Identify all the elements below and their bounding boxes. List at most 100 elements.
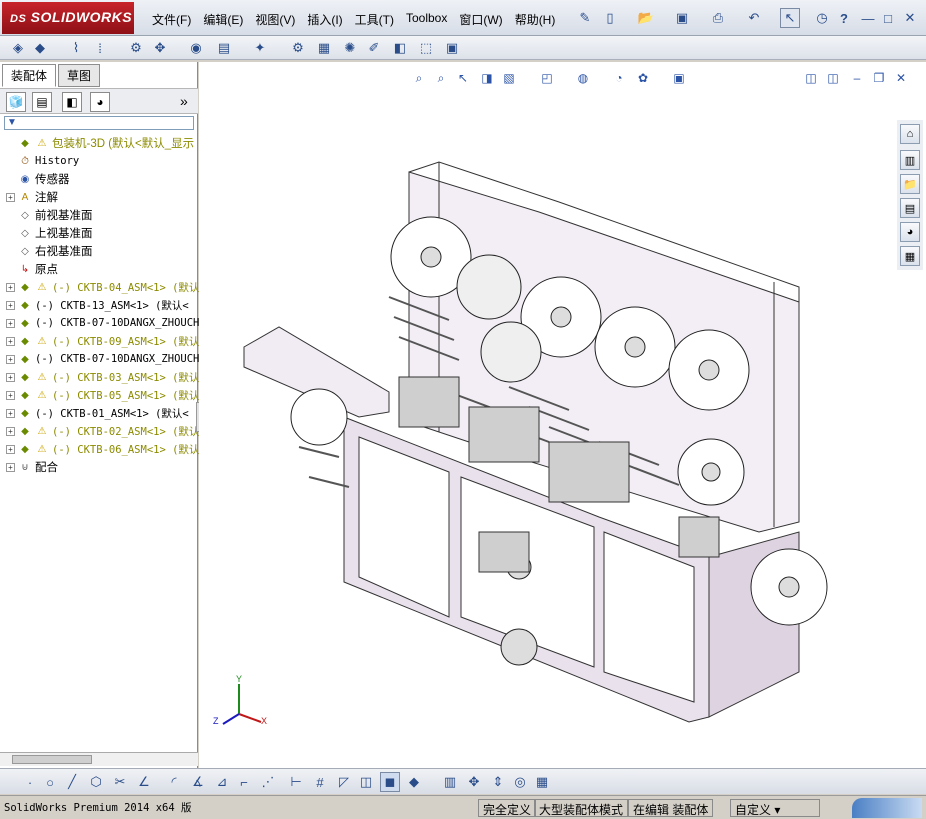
tree-item-component[interactable]: + ◆ (-) CKTB-01_ASM<1> (默认< xyxy=(6,404,189,422)
select-pointer-icon[interactable]: ↖ xyxy=(780,8,800,28)
line-icon[interactable]: ╱ xyxy=(62,772,82,792)
move-component-icon[interactable]: ✥ xyxy=(150,38,170,58)
save-icon[interactable]: ▣ xyxy=(672,8,692,28)
offset-icon[interactable]: ∡ xyxy=(188,772,208,792)
menu-help[interactable]: 帮助(H) xyxy=(509,9,562,29)
menu-file[interactable]: 文件(F) xyxy=(146,9,197,29)
snap-icon[interactable]: ◸ xyxy=(334,772,354,792)
expand-toggle[interactable]: + xyxy=(6,372,15,382)
close-button[interactable]: ✕ xyxy=(900,8,920,28)
property-manager-icon[interactable]: ▤ xyxy=(32,92,52,112)
tree-item-mates[interactable]: + ⊍ 配合 xyxy=(6,458,58,476)
construction-icon[interactable]: ⋰ xyxy=(258,772,278,792)
tree-item-root[interactable]: ◆ ⚠ 包装机-3D (默认<默认_显示 xyxy=(6,134,194,152)
rotate-icon[interactable]: ✥ xyxy=(464,772,484,792)
configuration-manager-icon[interactable]: ◧ xyxy=(62,92,82,112)
feature-tree-icon[interactable]: 🧊 xyxy=(6,92,26,112)
clearance-verification-icon[interactable]: ⬚ xyxy=(416,38,436,58)
file-explorer-icon[interactable]: 📁 xyxy=(900,174,920,194)
tree-item-component[interactable]: + ◆ ⚠ (-) CKTB-02_ASM<1> (默认 xyxy=(6,422,199,440)
expand-toggle[interactable]: + xyxy=(6,444,15,454)
expand-toggle[interactable]: + xyxy=(6,462,15,472)
expand-toggle[interactable]: + xyxy=(6,192,15,202)
table-icon[interactable]: ▦ xyxy=(532,772,552,792)
display-manager-icon[interactable]: ◕ xyxy=(90,92,110,112)
menu-window[interactable]: 窗口(W) xyxy=(453,9,508,29)
pan-icon[interactable]: ⇕ xyxy=(488,772,508,792)
undo-icon[interactable]: ↶ xyxy=(744,8,764,28)
expand-toggle[interactable]: + xyxy=(6,300,15,310)
tree-item-plane[interactable]: ◇ 右视基准面 xyxy=(6,242,92,260)
interference-detection-icon[interactable]: ◧ xyxy=(390,38,410,58)
corner-icon[interactable]: ⌐ xyxy=(234,772,254,792)
menu-tools[interactable]: 工具(T) xyxy=(349,9,400,29)
view-cube-icon[interactable]: ◫ xyxy=(356,772,376,792)
tree-item-component[interactable]: + ◆ (-) CKTB-07-10DANGX_ZHOUCH xyxy=(6,314,199,332)
show-hidden-icon[interactable]: ◉ xyxy=(186,38,206,58)
rebuild-icon[interactable]: ◷ xyxy=(812,8,832,28)
menu-view[interactable]: 视图(V) xyxy=(249,9,301,29)
expand-toggle[interactable]: + xyxy=(6,390,15,400)
tree-filter-input[interactable]: ▼ xyxy=(4,116,194,130)
tree-item-component[interactable]: + ◆ ⚠ (-) CKTB-06_ASM<1> (默认 xyxy=(6,440,199,458)
assembly-model[interactable] xyxy=(199,62,926,768)
trim-icon[interactable]: ✂ xyxy=(110,772,130,792)
scrollbar-thumb[interactable] xyxy=(12,755,92,764)
new-document-icon[interactable]: ▯ xyxy=(600,8,620,28)
units-dropdown[interactable]: 自定义 ▾ xyxy=(730,799,820,817)
mirror-icon[interactable]: ⊿ xyxy=(212,772,232,792)
shaded-view-icon[interactable]: ◼ xyxy=(380,772,400,792)
pin-icon[interactable]: ✎ xyxy=(575,8,595,28)
expand-toggle[interactable]: + xyxy=(6,318,15,328)
expand-toggle[interactable]: + xyxy=(6,426,15,436)
expand-toggle[interactable]: + xyxy=(6,408,15,418)
expand-toggle[interactable]: + xyxy=(6,282,15,292)
view-palette-icon[interactable]: ▤ xyxy=(900,198,920,218)
tree-item-component[interactable]: + ◆ ⚠ (-) CKTB-04_ASM<1> (默认 xyxy=(6,278,199,296)
edit-component-icon[interactable]: ◈ xyxy=(8,38,28,58)
tab-assembly[interactable]: 装配体 xyxy=(2,64,57,87)
camera-icon[interactable]: ◎ xyxy=(510,772,530,792)
tree-item-component[interactable]: + ◆ ⚠ (-) CKTB-05_ASM<1> (默认 xyxy=(6,386,199,404)
tree-item-component[interactable]: + ◆ (-) CKTB-07-10DANGX_ZHOUCH xyxy=(6,350,199,368)
tree-item-origin[interactable]: ↳ 原点 xyxy=(6,260,58,278)
exploded-view-icon[interactable]: ✺ xyxy=(340,38,360,58)
home-icon[interactable]: ⌂ xyxy=(900,124,920,144)
help-icon[interactable]: ? xyxy=(834,8,854,28)
bill-of-materials-icon[interactable]: ▦ xyxy=(314,38,334,58)
circle-icon[interactable]: ○ xyxy=(40,772,60,792)
tree-item-component[interactable]: + ◆ ⚠ (-) CKTB-03_ASM<1> (默认 xyxy=(6,368,199,386)
solidworks-logo[interactable]: DS SOLIDWORKS xyxy=(2,2,134,34)
linear-pattern-icon[interactable]: ⁞ xyxy=(90,38,110,58)
menu-insert[interactable]: 插入(I) xyxy=(301,9,348,29)
instant3d-icon[interactable]: ▣ xyxy=(442,38,462,58)
explode-line-sketch-icon[interactable]: ✐ xyxy=(364,38,384,58)
smart-fasteners-icon[interactable]: ⚙ xyxy=(126,38,146,58)
design-library-icon[interactable]: ▥ xyxy=(900,150,920,170)
insert-component-icon[interactable]: ◆ xyxy=(30,38,50,58)
tree-item-sensor[interactable]: ◉ 传感器 xyxy=(6,170,70,188)
reference-geometry-icon[interactable]: ✦ xyxy=(250,38,270,58)
print-icon[interactable]: ⎙ xyxy=(708,8,728,28)
tree-item-history[interactable]: ⏱ History xyxy=(6,152,79,170)
tab-sketch[interactable]: 草图 xyxy=(58,64,101,87)
tree-item-component[interactable]: + ◆ (-) CKTB-13_ASM<1> (默认< xyxy=(6,296,189,314)
panel-horizontal-scrollbar[interactable] xyxy=(0,752,198,766)
panel-expand-arrows[interactable]: » xyxy=(180,93,188,109)
tree-item-component[interactable]: + ◆ ⚠ (-) CKTB-09_ASM<1> (默认 xyxy=(6,332,199,350)
menu-edit[interactable]: 编辑(E) xyxy=(197,9,249,29)
fillet-icon[interactable]: ◜ xyxy=(164,772,184,792)
appearances-icon[interactable]: ◕ xyxy=(900,222,920,242)
new-motion-study-icon[interactable]: ⚙ xyxy=(288,38,308,58)
dimension-icon[interactable]: ⊢ xyxy=(286,772,306,792)
mate-icon[interactable]: ⌇ xyxy=(66,38,86,58)
tree-item-plane[interactable]: ◇ 前视基准面 xyxy=(6,206,92,224)
tree-item-annotation[interactable]: + A 注解 xyxy=(6,188,58,206)
tree-item-plane[interactable]: ◇ 上视基准面 xyxy=(6,224,92,242)
restore-button[interactable]: □ xyxy=(878,8,898,28)
grid-icon[interactable]: # xyxy=(310,772,330,792)
open-folder-icon[interactable]: 📂 xyxy=(636,8,656,28)
graphics-area[interactable]: ⌕ ⌕ ↖ ◨ ▧ ◰ ◍ ◔ ✿ ▣ ◫ ◫ – ❐ ✕ Y X Z xyxy=(199,62,926,768)
assembly-features-icon[interactable]: ▤ xyxy=(214,38,234,58)
isometric-icon[interactable]: ◆ xyxy=(404,772,424,792)
